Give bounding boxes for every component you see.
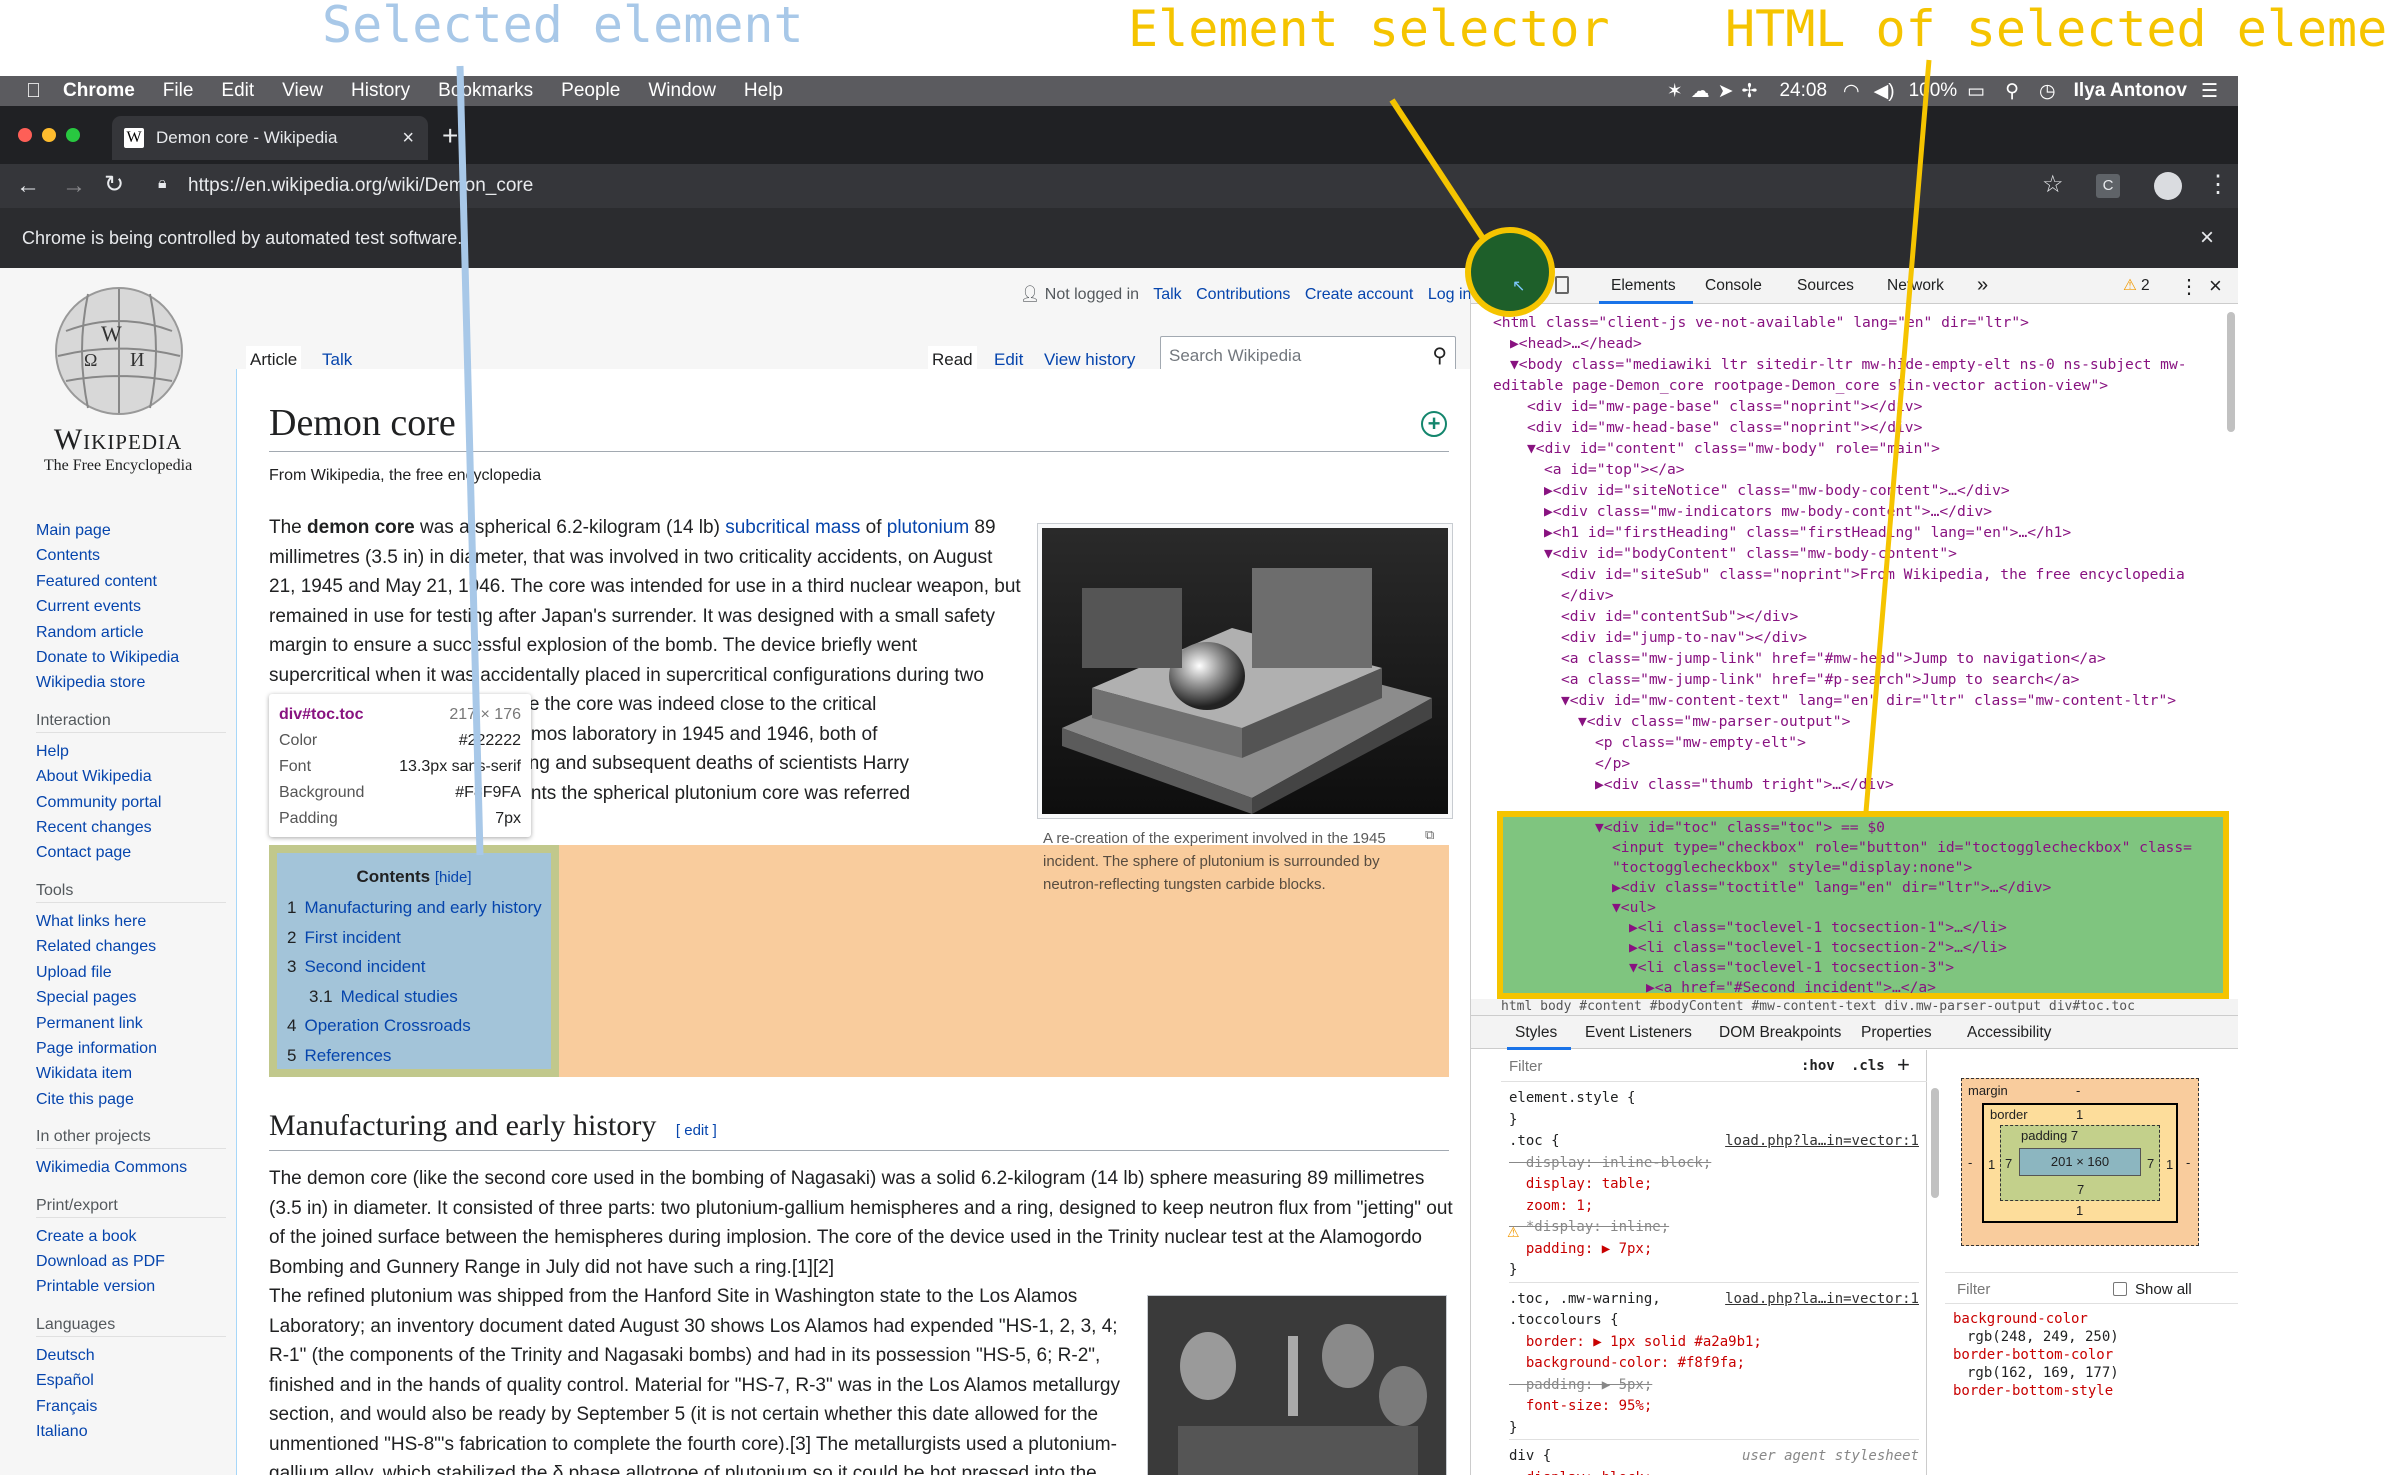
selected-element-pointer — [456, 65, 484, 856]
html-selected-pointer — [1863, 59, 1932, 813]
element-selector-pointer — [1389, 98, 1487, 242]
annotation-arrows — [456, 59, 1932, 856]
inspect-cursor-icon[interactable]: ↖ — [1512, 276, 1525, 296]
element-selector-highlight-circle — [1465, 227, 1555, 317]
